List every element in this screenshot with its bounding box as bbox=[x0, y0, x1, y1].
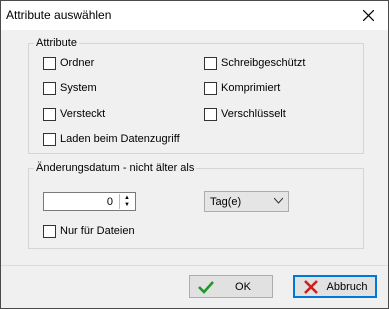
checkbox-label: Komprimiert bbox=[221, 82, 281, 94]
checkbox-versteckt[interactable]: Versteckt bbox=[43, 107, 105, 121]
checkbox-verschluesselt[interactable]: Verschlüsselt bbox=[204, 107, 286, 121]
checkbox-schreibgeschuetzt[interactable]: Schreibgeschützt bbox=[204, 56, 305, 70]
close-button[interactable] bbox=[348, 1, 388, 30]
checkbox-label: System bbox=[60, 82, 97, 94]
cancel-x-icon bbox=[304, 279, 318, 294]
checkbox-box[interactable] bbox=[43, 107, 56, 121]
chevron-down-icon: ▼ bbox=[124, 201, 130, 208]
days-value: 0 bbox=[106, 196, 113, 208]
checkbox-box[interactable] bbox=[43, 56, 56, 70]
check-icon bbox=[198, 280, 214, 294]
checkbox-label: Laden beim Datenzugriff bbox=[60, 133, 180, 145]
days-spinner[interactable]: 0 ▲ ▼ bbox=[43, 192, 136, 211]
attributes-legend: Attribute bbox=[34, 37, 79, 49]
ok-label: OK bbox=[235, 280, 251, 293]
checkbox-nur-fuer-dateien[interactable]: Nur für Dateien bbox=[43, 224, 135, 238]
close-icon bbox=[362, 10, 374, 21]
cancel-label: Abbruch bbox=[326, 280, 368, 293]
checkbox-box[interactable] bbox=[204, 56, 217, 70]
checkbox-system[interactable]: System bbox=[43, 81, 97, 95]
checkbox-box[interactable] bbox=[204, 107, 217, 121]
dialog-title: Attribute auswählen bbox=[6, 8, 112, 22]
ok-button[interactable]: OK bbox=[189, 275, 273, 298]
unit-select[interactable]: Tag(e) bbox=[204, 191, 289, 212]
checkbox-box[interactable] bbox=[43, 81, 56, 95]
spinner-up-button[interactable]: ▲ bbox=[120, 194, 134, 201]
checkbox-laden-beim-datenzugriff[interactable]: Laden beim Datenzugriff bbox=[43, 132, 180, 146]
chevron-down-icon bbox=[274, 197, 283, 204]
title-bar: Attribute auswählen bbox=[1, 1, 388, 30]
checkbox-label: Ordner bbox=[60, 57, 95, 69]
button-bar-divider bbox=[1, 265, 388, 266]
spinner-down-button[interactable]: ▼ bbox=[120, 201, 134, 208]
date-legend: Änderungsdatum - nicht älter als bbox=[34, 162, 197, 174]
attribute-dialog: Attribute auswählen Attribute Ordner Sys… bbox=[0, 0, 389, 309]
checkbox-box[interactable] bbox=[204, 81, 217, 95]
checkbox-label: Versteckt bbox=[60, 108, 106, 120]
checkbox-box[interactable] bbox=[43, 224, 56, 238]
checkbox-komprimiert[interactable]: Komprimiert bbox=[204, 81, 280, 95]
chevron-up-icon: ▲ bbox=[124, 194, 130, 201]
spinner-buttons: ▲ ▼ bbox=[119, 194, 134, 209]
checkbox-label: Verschlüsselt bbox=[221, 108, 286, 120]
cancel-button[interactable]: Abbruch bbox=[293, 275, 377, 298]
checkbox-box[interactable] bbox=[43, 132, 56, 146]
checkbox-label: Schreibgeschützt bbox=[221, 57, 306, 69]
checkbox-label: Nur für Dateien bbox=[60, 225, 135, 237]
unit-value: Tag(e) bbox=[210, 196, 242, 208]
checkbox-ordner[interactable]: Ordner bbox=[43, 56, 94, 70]
